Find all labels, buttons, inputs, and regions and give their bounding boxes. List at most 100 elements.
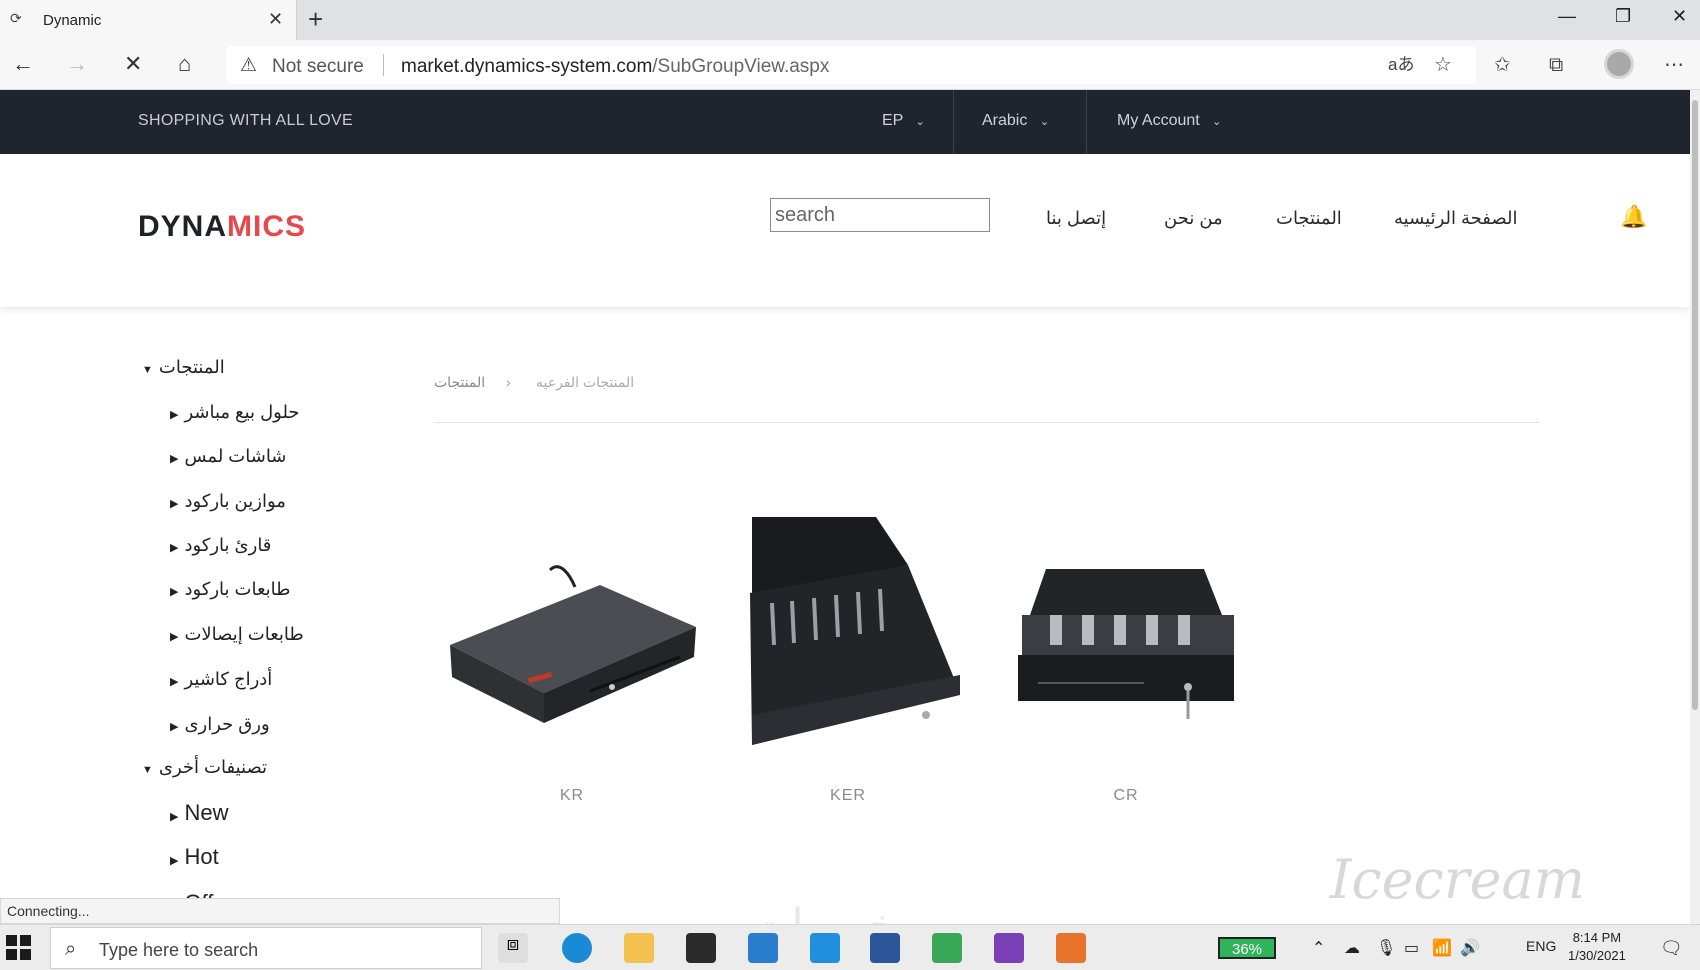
caret-right-icon: ▶ (170, 676, 179, 688)
file-explorer-icon[interactable] (624, 933, 654, 963)
minimize-icon[interactable]: — (1558, 6, 1576, 27)
divider (434, 422, 1540, 423)
wifi-icon[interactable]: 📶 (1432, 938, 1452, 958)
warning-icon[interactable]: ⚠ (240, 54, 257, 77)
tab-close-icon[interactable]: ✕ (268, 9, 283, 30)
logo-text-a: DYNA (138, 210, 228, 243)
category-item[interactable]: ▶ Hot (170, 844, 219, 870)
bell-icon[interactable]: 🔔 (1620, 204, 1647, 230)
category-label: شاشات لمس (184, 446, 287, 466)
visual-studio-icon[interactable] (994, 933, 1024, 963)
microphone-icon[interactable]: 🎙 (1376, 938, 1396, 958)
category-heading-products[interactable]: المنتجات ▼ (142, 357, 225, 378)
windows-start-icon[interactable] (6, 935, 32, 961)
nav-about[interactable]: من نحن (1164, 208, 1223, 229)
language-label: Arabic (982, 112, 1028, 129)
browser-status-bar: Connecting... (0, 898, 560, 924)
heading-label: تصنيفات أخرى (158, 757, 268, 777)
currency-dropdown[interactable]: EP ⌄ (882, 112, 925, 130)
account-label: My Account (1117, 112, 1200, 129)
add-favorite-icon[interactable]: ☆ (1434, 52, 1452, 78)
cash-drawer-tray-image[interactable] (994, 505, 1258, 755)
product-name[interactable]: KER (716, 787, 980, 805)
caret-right-icon: ▶ (170, 498, 179, 510)
app-l-icon[interactable] (810, 933, 840, 963)
cash-drawer-closed-image[interactable] (440, 505, 704, 755)
category-item[interactable]: ▶ موازين باركود (170, 491, 286, 512)
new-tab-icon[interactable]: + (308, 4, 323, 35)
category-item[interactable]: ▶ قارئ باركود (170, 535, 271, 556)
breadcrumb-root[interactable]: المنتجات (434, 374, 485, 391)
account-dropdown[interactable]: My Account ⌄ (1117, 112, 1221, 130)
clock-time: 8:14 PM (1572, 930, 1622, 945)
url-field[interactable]: ⚠ Not secure market.dynamics-system.com/… (226, 46, 1476, 84)
more-menu-icon[interactable]: ⋯ (1664, 52, 1684, 78)
cash-drawer-open-image[interactable] (716, 505, 980, 755)
favorites-icon[interactable]: ✩ (1494, 52, 1511, 78)
category-item[interactable]: ▶ طابعات إيصالات (170, 624, 304, 645)
category-item[interactable]: ▶ ورق حرارى (170, 714, 270, 735)
logo[interactable]: DYNAMICS (138, 210, 306, 244)
mail-icon[interactable] (748, 933, 778, 963)
notifications-icon[interactable]: 🗨 (1660, 938, 1683, 959)
category-label: New (184, 800, 229, 825)
read-aloud-icon[interactable]: aあ (1388, 52, 1414, 78)
profile-avatar[interactable] (1604, 49, 1634, 79)
volume-icon[interactable]: 🔊 (1460, 938, 1480, 958)
category-label: أدراج كاشير (184, 669, 273, 689)
product-card[interactable]: KER (716, 505, 980, 825)
chevron-up-icon[interactable]: ⌃ (1312, 938, 1325, 958)
nav-home[interactable]: الصفحة الرئيسيه (1394, 208, 1517, 229)
url-text[interactable]: market.dynamics-system.com/SubGroupView.… (401, 56, 829, 78)
battery-icon[interactable]: ▭ (1404, 938, 1419, 958)
edge-icon[interactable] (562, 933, 592, 963)
home-icon[interactable]: ⌂ (178, 50, 191, 78)
store-icon[interactable] (686, 933, 716, 963)
category-item[interactable]: ▶ طابعات باركود (170, 579, 290, 600)
product-card[interactable]: CR (994, 505, 1258, 825)
nav-products[interactable]: المنتجات (1276, 208, 1342, 229)
browser-tab[interactable]: ⟳ Dynamic ✕ (0, 0, 297, 40)
tagline: SHOPPING WITH ALL LOVE (138, 112, 353, 129)
battery-indicator[interactable]: 36% (1218, 937, 1276, 959)
collections-icon[interactable]: ⧉ (1549, 52, 1563, 78)
category-item[interactable]: ▶ شاشات لمس (170, 446, 286, 467)
chevron-down-icon: ⌄ (1212, 116, 1222, 128)
divider (953, 90, 954, 154)
back-icon[interactable]: ← (12, 50, 34, 78)
logo-text-b: MICS (227, 210, 307, 243)
language-dropdown[interactable]: Arabic ⌄ (982, 112, 1049, 130)
nav-contact[interactable]: إتصل بنا (1046, 208, 1106, 229)
clock[interactable]: 8:14 PM 1/30/2021 (1568, 929, 1626, 965)
category-label: طابعات باركود (184, 579, 291, 599)
category-label: طابعات إيصالات (184, 624, 304, 644)
language-indicator[interactable]: ENG (1526, 938, 1556, 954)
product-card[interactable]: KR (440, 505, 704, 825)
category-item[interactable]: ▶ حلول بيع مباشر (170, 402, 300, 423)
browser-tab-strip: ⟳ Dynamic ✕ + — ❐ ✕ (0, 0, 1700, 40)
onedrive-icon[interactable]: ☁ (1344, 938, 1360, 958)
recorder-icon[interactable] (1056, 933, 1086, 963)
not-secure-label[interactable]: Not secure (272, 56, 364, 78)
category-label: قارئ باركود (184, 535, 272, 555)
window-close-icon[interactable]: ✕ (1672, 6, 1687, 27)
app-x-icon[interactable] (932, 933, 962, 963)
caret-right-icon: ▶ (170, 721, 179, 733)
task-view-icon[interactable]: ⧈ (498, 933, 528, 963)
restore-icon[interactable]: ❐ (1615, 6, 1631, 27)
product-name[interactable]: KR (440, 787, 704, 805)
caret-right-icon: ▶ (170, 409, 179, 421)
forward-icon[interactable]: → (66, 50, 88, 78)
category-item[interactable]: ▶ أدراج كاشير (170, 669, 272, 690)
category-heading-other[interactable]: تصنيفات أخرى ▼ (142, 757, 267, 778)
windows-taskbar: ⌕ Type here to search ⧈ 36% ⌃ ☁ 🎙 ▭ 📶 🔊 … (0, 924, 1700, 970)
word-icon[interactable] (870, 933, 900, 963)
category-item[interactable]: ▶ New (170, 800, 228, 826)
scrollbar-thumb[interactable] (1692, 100, 1698, 710)
chevron-down-icon: ⌄ (1039, 116, 1050, 128)
address-toolbar: ← → ✕ ⌂ ⚠ Not secure market.dynamics-sys… (0, 40, 1700, 90)
search-input[interactable] (770, 198, 990, 232)
product-name[interactable]: CR (994, 787, 1258, 805)
taskbar-search[interactable]: ⌕ Type here to search (50, 927, 482, 969)
stop-loading-icon[interactable]: ✕ (124, 50, 142, 78)
